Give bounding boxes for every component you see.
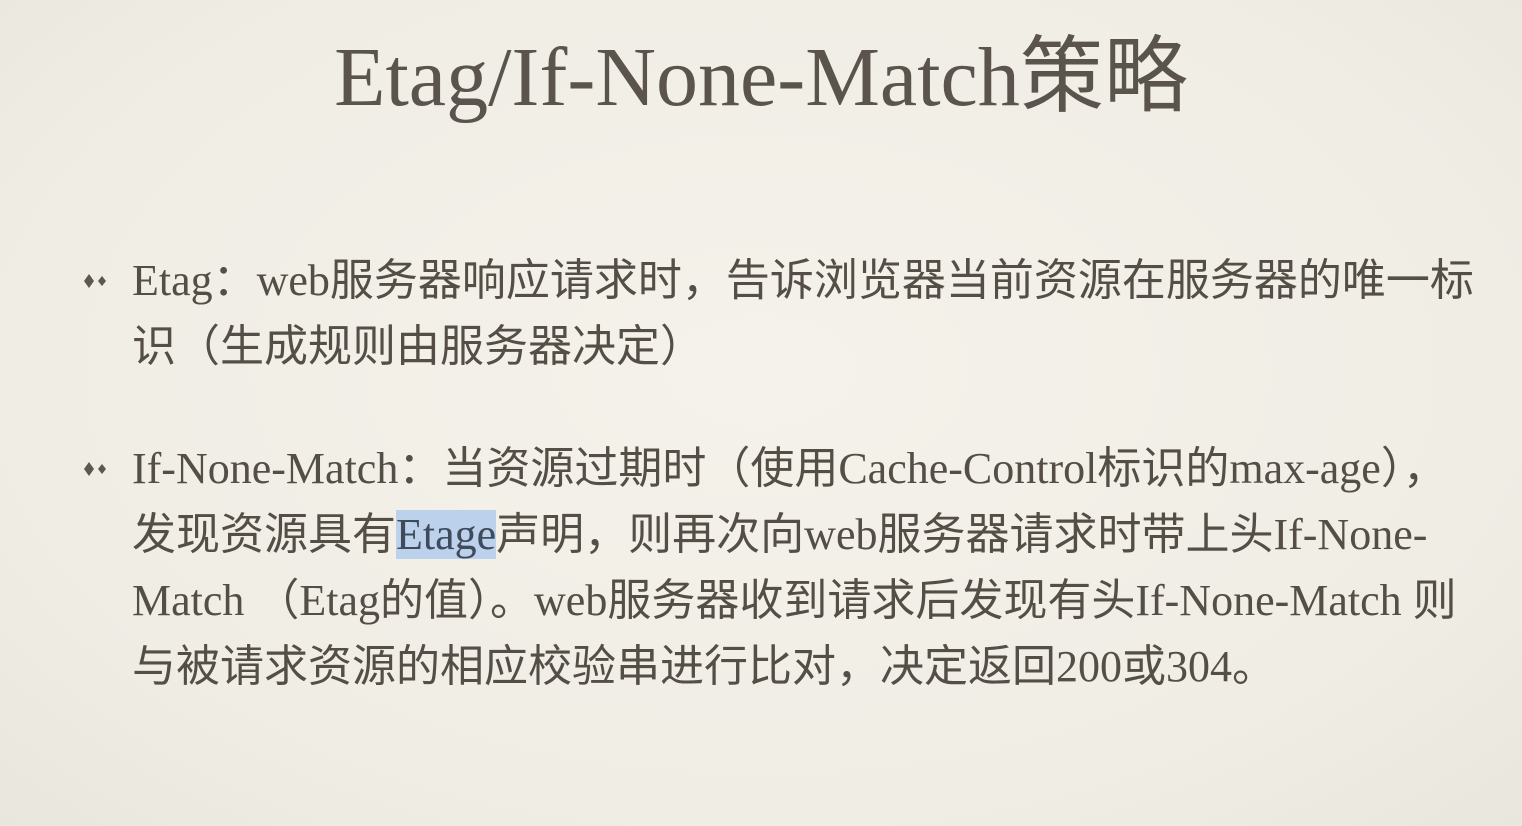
diamond-bullet-icon	[82, 460, 110, 478]
bullet-etag-text: Etag：web服务器响应请求时，告诉浏览器当前资源在服务器的唯一标识（生成规则…	[132, 256, 1474, 371]
slide: Etag/If-None-Match策略 Etag：web服务器响应请求时，告诉…	[0, 0, 1522, 826]
bullet-etag: Etag：web服务器响应请求时，告诉浏览器当前资源在服务器的唯一标识（生成规则…	[80, 248, 1480, 380]
bullet-list: Etag：web服务器响应请求时，告诉浏览器当前资源在服务器的唯一标识（生成规则…	[80, 248, 1480, 700]
bullet-if-none-match: If-None-Match：当资源过期时（使用Cache-Control标识的m…	[80, 436, 1480, 700]
slide-title: Etag/If-None-Match策略	[334, 31, 1188, 124]
selected-text-highlight[interactable]: Etage	[396, 510, 497, 559]
diamond-bullet-icon	[82, 272, 110, 290]
